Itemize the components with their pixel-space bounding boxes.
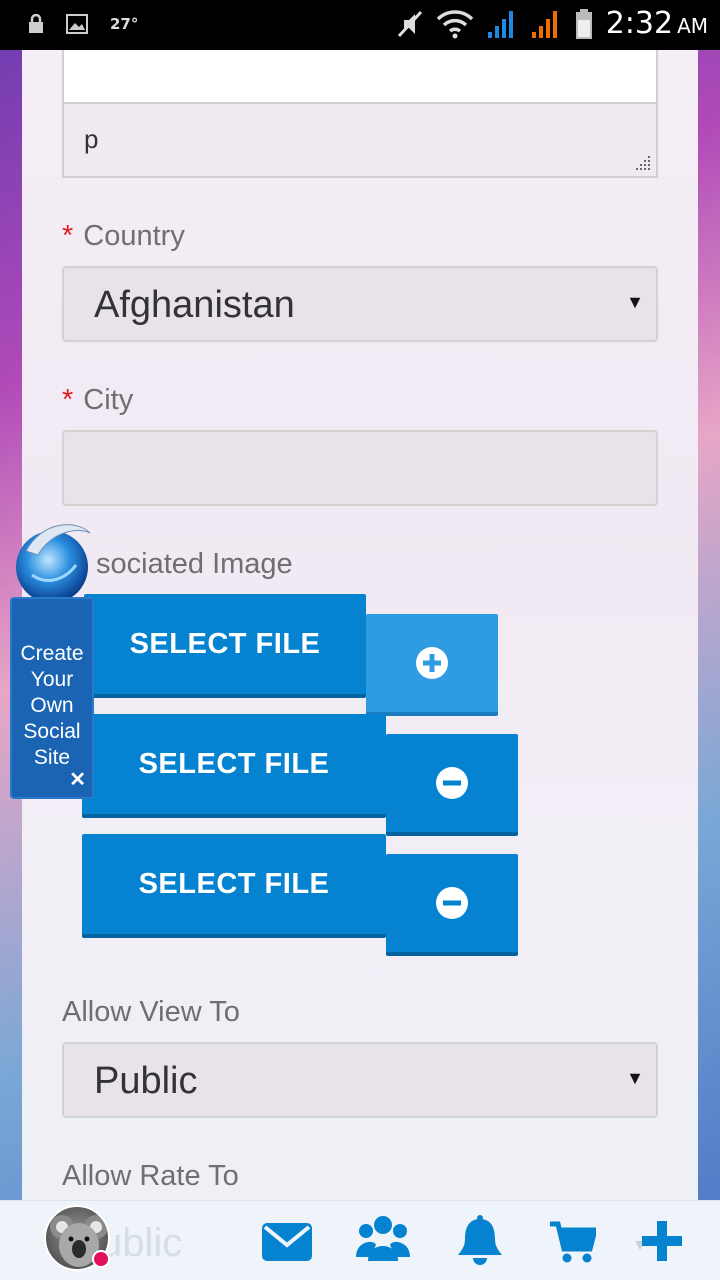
widget-text-box[interactable]: Create Your Own Social Site ✕ [10,597,94,799]
resize-grip-icon[interactable] [634,154,652,172]
form-panel: p * Country Afghanistan ▼ * City sociated … [22,50,698,1200]
widget-line: Own [30,694,74,717]
select-file-button-1[interactable]: SELECT FILE [84,594,366,694]
dropdown-arrow-icon: ▼ [626,1068,644,1088]
remove-file-button-2[interactable] [386,854,518,952]
allow-view-to-label: Allow View To [62,996,240,1028]
country-selected: Afghanistan [94,284,295,326]
country-label: * Country [62,220,185,252]
minus-circle-icon [436,767,468,799]
lock-icon [29,14,43,33]
temperature: 27° [110,15,139,33]
mute-icon [397,10,422,37]
description-textarea[interactable]: p [62,102,658,178]
remove-file-button-1[interactable] [386,734,518,832]
signal-2-icon [531,10,557,38]
textarea-value: p [84,124,99,154]
dropdown-arrow-icon: ▼ [626,292,644,312]
mail-icon[interactable] [262,1223,312,1261]
ghost-select-value: ublic [100,1221,183,1265]
allow-rate-to-label: Allow Rate To [62,1160,239,1192]
add-file-button[interactable] [366,614,498,712]
plus-circle-icon [416,647,448,679]
widget-line: Social [23,720,81,743]
minus-circle-icon [436,887,468,919]
associated-image-label: sociated Image [96,548,293,580]
country-select[interactable]: Afghanistan ▼ [62,266,658,342]
select-file-button-3[interactable]: SELECT FILE [82,834,386,934]
gallery-icon [66,14,88,34]
bottom-nav: ublic ▼ [0,1200,720,1280]
widget-line: Create [20,642,84,665]
widget-line: Your [30,668,74,691]
online-status-dot [92,1250,110,1268]
allow-view-to-select[interactable]: Public ▼ [62,1042,658,1118]
create-social-site-widget[interactable]: Create Your Own Social Site ✕ [10,515,94,800]
select-file-button-2[interactable]: SELECT FILE [82,714,386,814]
city-input[interactable] [62,430,658,506]
cart-icon[interactable] [550,1221,596,1263]
textarea-top-field[interactable] [62,50,658,104]
friends-icon[interactable] [356,1215,410,1261]
required-mark: * [62,384,74,416]
signal-1-icon [487,10,513,38]
city-label: * City [62,384,134,416]
plus-icon[interactable] [642,1221,682,1261]
status-bar: 27° 2:32 AM [0,0,720,50]
bell-icon[interactable] [458,1215,502,1265]
widget-close-icon[interactable]: ✕ [69,767,86,793]
wifi-icon [436,9,473,38]
battery-icon [575,8,592,39]
clock: 2:32 AM [605,6,708,41]
required-mark: * [62,220,74,252]
allow-view-to-selected: Public [94,1060,198,1102]
